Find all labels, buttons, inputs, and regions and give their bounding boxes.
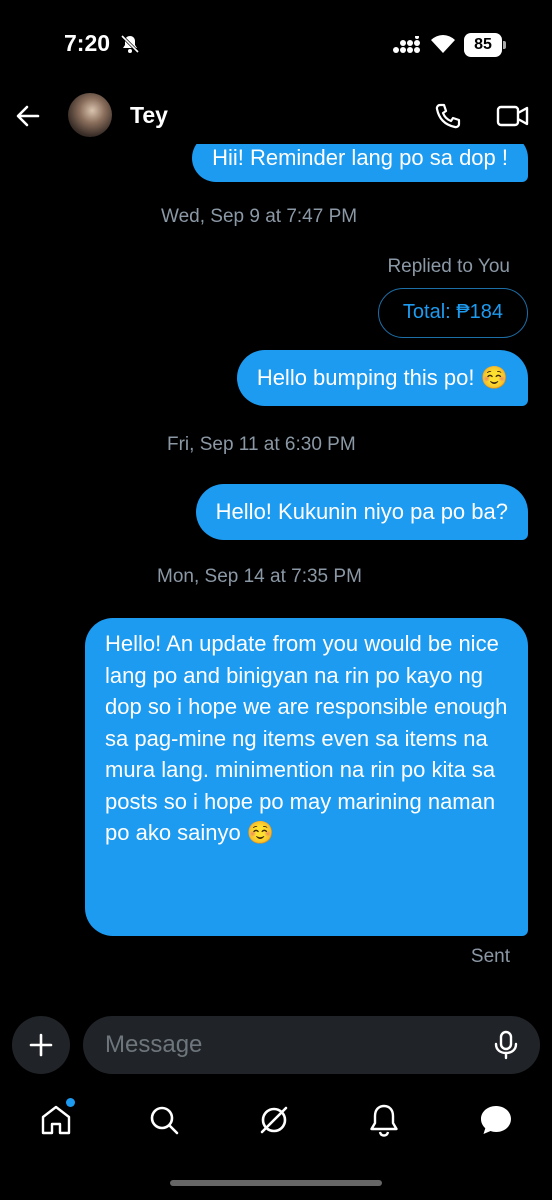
notification-dot (66, 1098, 75, 1107)
message-composer[interactable] (83, 1016, 540, 1074)
nav-notifications[interactable] (366, 1102, 402, 1138)
message-timestamp: Mon, Sep 14 at 7:35 PM (157, 566, 362, 587)
chat-header: Tey (0, 90, 552, 144)
back-arrow-icon[interactable] (14, 102, 42, 130)
plus-icon (29, 1033, 53, 1057)
message-bubble-sent[interactable]: Hello bumping this po! ☺️ (236, 350, 528, 406)
messages-icon (481, 1106, 511, 1134)
quoted-message[interactable]: Total: ₱184 (377, 288, 528, 338)
phone-icon[interactable] (434, 102, 462, 130)
status-time: 7:20 (64, 30, 111, 56)
grok-icon (260, 1106, 288, 1134)
home-indicator (170, 1180, 382, 1186)
nav-messages[interactable] (478, 1102, 514, 1138)
search-icon (150, 1106, 179, 1135)
contact-name[interactable]: Tey (130, 102, 168, 129)
status-bar: 7:20 85 (0, 0, 552, 90)
wifi-icon (431, 35, 455, 53)
sent-status: Sent (470, 946, 510, 967)
message-bubble-sent[interactable]: Hii! Reminder lang po sa dop ! (192, 144, 528, 182)
nav-grok[interactable] (256, 1102, 292, 1138)
message-bubble-sent[interactable]: Hello! Kukunin niyo pa po ba? (195, 484, 528, 540)
message-input[interactable] (105, 1016, 475, 1074)
bell-icon (370, 1104, 398, 1137)
mic-icon[interactable] (493, 1030, 519, 1060)
message-thread[interactable]: Hii! Reminder lang po sa dop ! Wed, Sep … (0, 144, 552, 1010)
video-icon[interactable] (496, 102, 530, 130)
message-bubble-sent[interactable]: Hello! An update from you would be nice … (85, 618, 528, 936)
bottom-navigation (0, 1090, 552, 1150)
replied-to-label: Replied to You (387, 256, 510, 277)
home-icon (41, 1105, 71, 1135)
nav-search[interactable] (146, 1102, 182, 1138)
message-timestamp: Fri, Sep 11 at 6:30 PM (167, 434, 356, 455)
battery-level: 85 (474, 36, 492, 53)
message-timestamp: Wed, Sep 9 at 7:47 PM (161, 206, 358, 227)
add-attachment-button[interactable] (12, 1016, 70, 1074)
nav-home[interactable] (38, 1098, 75, 1138)
signal-icon (393, 36, 420, 53)
bell-off-icon (120, 34, 140, 54)
battery-indicator: 85 (464, 33, 506, 57)
avatar[interactable] (68, 93, 112, 137)
